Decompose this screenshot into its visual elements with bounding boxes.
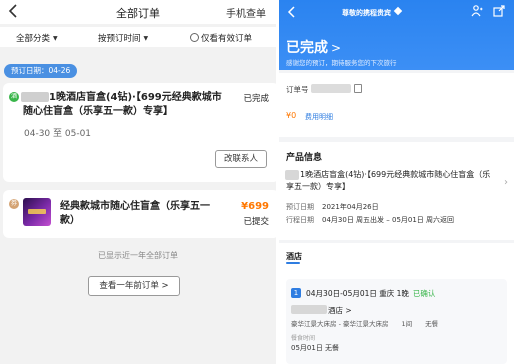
hotel-index-badge: 1 bbox=[291, 288, 301, 298]
hotel-tag-icon: 酒 bbox=[9, 92, 19, 102]
thanks-message: 感谢您的预订，期待服务您的下次旅行 bbox=[286, 59, 397, 67]
filter-bar: 全部分类 ▼ 按预订时间 ▼ 仅看有效订单 bbox=[0, 27, 276, 47]
order-status-title[interactable]: 已完成 > bbox=[286, 37, 341, 57]
stay-dates: 04月30日-05月01日 重庆 1晚 bbox=[306, 289, 409, 298]
thumbnail-banner bbox=[28, 209, 46, 214]
diamond-icon bbox=[393, 6, 403, 16]
service-icon[interactable] bbox=[470, 4, 484, 18]
order-detail-screen: 尊敬的携程贵宾 已完成 > 感谢您的预订，期待服务您的下次旅行 订单号 ¥0 费用… bbox=[279, 0, 514, 364]
order-status: 已提交 bbox=[243, 217, 269, 227]
hotel-name-link[interactable]: 酒店 > bbox=[328, 305, 352, 316]
booking-date-row: 预订日期 2021年04月26日 bbox=[286, 202, 379, 212]
tab-underline bbox=[286, 262, 300, 264]
booking-date-chip: 预订日期：04-26 bbox=[4, 64, 78, 78]
copy-icon[interactable] bbox=[354, 84, 362, 93]
valid-only-toggle[interactable]: 仅看有效订单 bbox=[190, 32, 252, 44]
caret-down-icon: ▼ bbox=[143, 35, 149, 42]
product-thumbnail bbox=[23, 198, 51, 226]
phone-lookup-link[interactable]: 手机查单 bbox=[226, 5, 266, 20]
chevron-right-icon[interactable]: › bbox=[504, 177, 508, 188]
radio-icon bbox=[190, 33, 199, 42]
back-arrow-icon[interactable] bbox=[285, 5, 299, 19]
vip-greeting: 尊敬的携程贵宾 bbox=[342, 6, 403, 18]
valid-only-label: 仅看有效订单 bbox=[201, 34, 253, 44]
order-dates: 04-30 至 05-01 bbox=[24, 129, 92, 139]
order-amount: ¥0 bbox=[286, 111, 297, 120]
voucher-tag-icon: 券 bbox=[9, 199, 19, 209]
product-title[interactable]: 1晚酒店盲盒(4钻)·【699元经典款城市随心住盲盒（乐享五一款）专享】 bbox=[286, 169, 492, 193]
confirm-status: 已确认 bbox=[412, 289, 436, 298]
order-list-screen: 全部订单 手机查单 全部分类 ▼ 按预订时间 ▼ 仅看有效订单 预订日期：04-26… bbox=[0, 0, 276, 364]
booking-date-value: 2021年04月26日 bbox=[322, 203, 379, 211]
hotel-tab[interactable]: 酒店 bbox=[286, 251, 302, 262]
product-info-section: 产品信息 1晚酒店盲盒(4钻)·【699元经典款城市随心住盲盒（乐享五一款）专享… bbox=[279, 142, 514, 240]
redacted-hotel-name bbox=[291, 305, 327, 314]
category-filter-label: 全部分类 bbox=[16, 34, 51, 44]
room-details: 豪华江景大床房 - 豪华江景大床房 1间 无餐 bbox=[291, 320, 439, 328]
stay-summary: 04月30日-05月01日 重庆 1晚 已确认 bbox=[306, 288, 435, 299]
share-icon[interactable] bbox=[492, 4, 506, 18]
list-footer-note: 已显示近一年全部订单 bbox=[98, 251, 178, 260]
order-status-text: 已完成 bbox=[286, 40, 328, 56]
order-summary: 订单号 ¥0 费用明细 bbox=[279, 73, 514, 137]
order-price: ¥699 bbox=[241, 201, 269, 212]
trip-time-value: 04月30日 周五出发 – 05月01日 周六返回 bbox=[322, 216, 455, 224]
order-title: 经典款城市随心住盲盒（乐享五一款） bbox=[60, 201, 210, 226]
top-bar: 全部订单 手机查单 bbox=[0, 0, 276, 24]
older-orders-button[interactable]: 查看一年前订单 > bbox=[88, 276, 180, 296]
hotel-section: 酒店 1 04月30日-05月01日 重庆 1晚 已确认 酒店 > 豪华江景大床房… bbox=[279, 243, 514, 364]
redacted-order-number bbox=[311, 84, 351, 93]
booking-date-label: 预订日期 bbox=[286, 203, 314, 211]
order-status: 已完成 bbox=[243, 94, 269, 104]
detail-header: 尊敬的携程贵宾 已完成 > 感谢您的预订，期待服务您的下次旅行 bbox=[279, 0, 514, 70]
order-title: 1晚酒店盲盒(4钻)·【699元经典款城市随心住盲盒（乐享五一款）专享】 bbox=[23, 92, 222, 117]
sort-filter[interactable]: 按预订时间 ▼ bbox=[98, 32, 148, 44]
category-filter[interactable]: 全部分类 ▼ bbox=[16, 32, 58, 44]
sort-filter-label: 按预订时间 bbox=[98, 34, 141, 44]
fee-details-link[interactable]: 费用明细 bbox=[305, 112, 333, 122]
meal-time-value: 05月01日 无餐 bbox=[291, 344, 340, 352]
vip-greeting-text: 尊敬的携程贵宾 bbox=[342, 9, 391, 17]
order-card[interactable]: 酒 1晚酒店盲盒(4钻)·【699元经典款城市随心住盲盒（乐享五一款）专享】 已… bbox=[3, 83, 276, 182]
product-info-heading: 产品信息 bbox=[286, 153, 323, 163]
trip-time-row: 行程日期 04月30日 周五出发 – 05月01日 周六返回 bbox=[286, 215, 454, 225]
trip-time-label: 行程日期 bbox=[286, 216, 314, 224]
caret-down-icon: ▼ bbox=[53, 35, 58, 42]
change-contact-button[interactable]: 改联系人 bbox=[215, 150, 267, 168]
order-number-label: 订单号 bbox=[286, 85, 309, 94]
meal-time-label: 餐食时间 bbox=[291, 335, 316, 342]
hotel-card[interactable]: 1 04月30日-05月01日 重庆 1晚 已确认 酒店 > 豪华江景大床房 - … bbox=[286, 279, 507, 364]
chevron-right-icon: > bbox=[331, 41, 342, 55]
order-card[interactable]: 券 经典款城市随心住盲盒（乐享五一款） ¥699 已提交 bbox=[3, 190, 276, 238]
